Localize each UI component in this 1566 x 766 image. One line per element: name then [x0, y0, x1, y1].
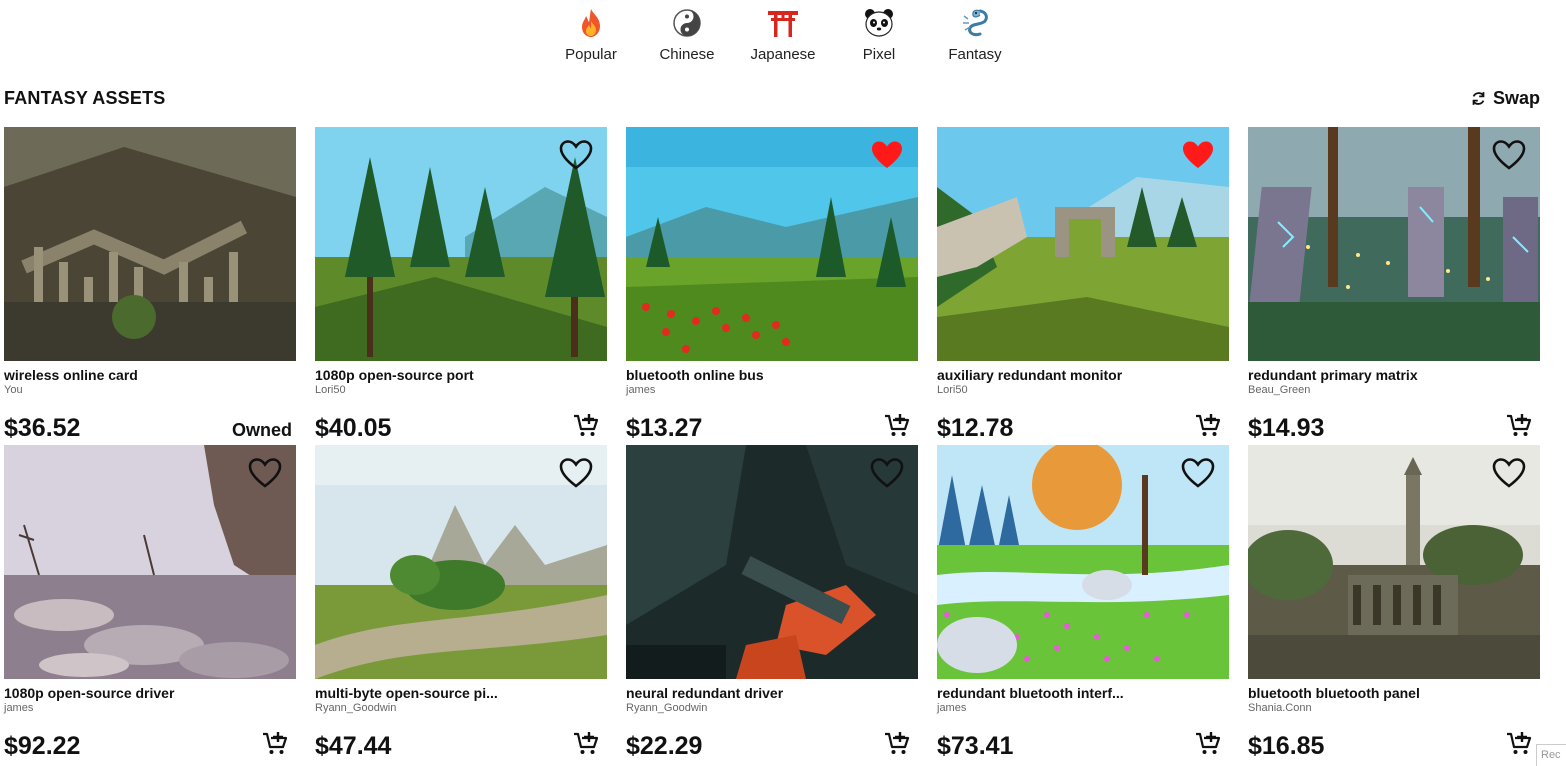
asset-author[interactable]: Beau_Green [1248, 384, 1540, 396]
dragon-icon [958, 6, 992, 40]
asset-price: $16.85 [1248, 732, 1325, 760]
asset-price: $47.44 [315, 732, 392, 760]
asset-author[interactable]: james [4, 702, 296, 714]
asset-name[interactable]: bluetooth online bus [626, 367, 856, 383]
asset-price: $92.22 [4, 732, 81, 760]
asset-price: $40.05 [315, 414, 392, 442]
asset-grid: wireless online card You $36.52 Owned 10… [4, 127, 1544, 763]
asset-price: $73.41 [937, 732, 1014, 760]
add-to-cart-icon[interactable] [573, 731, 599, 757]
asset-thumbnail[interactable] [1248, 445, 1540, 679]
asset-card[interactable]: 1080p open-source driver james $92.22 [4, 445, 296, 763]
asset-price: $14.93 [1248, 414, 1325, 442]
asset-card[interactable]: bluetooth bluetooth panel Shania.Conn $1… [1248, 445, 1540, 763]
category-label: Chinese [659, 46, 715, 63]
asset-name[interactable]: redundant primary matrix [1248, 367, 1478, 383]
add-to-cart-icon[interactable] [884, 731, 910, 757]
heart-outline-icon[interactable] [248, 457, 282, 489]
asset-thumbnail[interactable] [4, 127, 296, 361]
asset-name[interactable]: 1080p open-source driver [4, 685, 234, 701]
category-label: Fantasy [948, 46, 1002, 63]
swap-button[interactable]: Swap [1470, 88, 1540, 109]
heart-outline-icon[interactable] [870, 457, 904, 489]
add-to-cart-icon[interactable] [262, 731, 288, 757]
asset-card[interactable]: neural redundant driver Ryann_Goodwin $2… [626, 445, 918, 763]
section-title: FANTASY ASSETS [4, 88, 166, 108]
asset-thumbnail[interactable] [626, 445, 918, 679]
asset-name[interactable]: neural redundant driver [626, 685, 856, 701]
asset-card[interactable]: multi-byte open-source pi... Ryann_Goodw… [315, 445, 607, 763]
add-to-cart-icon[interactable] [884, 413, 910, 439]
add-to-cart-icon[interactable] [1195, 413, 1221, 439]
add-to-cart-icon[interactable] [1506, 731, 1532, 757]
asset-price: $13.27 [626, 414, 703, 442]
asset-author[interactable]: Lori50 [937, 384, 1229, 396]
asset-author[interactable]: You [4, 384, 296, 396]
heart-filled-icon[interactable] [1181, 139, 1215, 171]
asset-card[interactable]: wireless online card You $36.52 Owned [4, 127, 296, 445]
asset-card[interactable]: auxiliary redundant monitor Lori50 $12.7… [937, 127, 1229, 445]
heart-outline-icon[interactable] [1492, 139, 1526, 171]
asset-author[interactable]: james [937, 702, 1229, 714]
heart-outline-icon[interactable] [1492, 457, 1526, 489]
asset-price: $12.78 [937, 414, 1014, 442]
asset-card[interactable]: redundant bluetooth interf... james $73.… [937, 445, 1229, 763]
asset-name[interactable]: wireless online card [4, 367, 234, 383]
asset-author[interactable]: Ryann_Goodwin [626, 702, 918, 714]
corner-tag: Rec [1536, 744, 1566, 766]
heart-filled-icon[interactable] [870, 139, 904, 171]
category-popular[interactable]: Popular [543, 6, 639, 63]
refresh-icon [1472, 92, 1485, 105]
category-fantasy[interactable]: Fantasy [927, 6, 1023, 63]
asset-thumbnail[interactable] [315, 445, 607, 679]
category-label: Japanese [750, 46, 816, 63]
heart-outline-icon[interactable] [1181, 457, 1215, 489]
asset-card[interactable]: redundant primary matrix Beau_Green $14.… [1248, 127, 1540, 445]
asset-name[interactable]: bluetooth bluetooth panel [1248, 685, 1478, 701]
owned-badge: Owned [231, 420, 292, 440]
asset-thumbnail[interactable] [626, 127, 918, 361]
asset-price: $22.29 [626, 732, 703, 760]
asset-card[interactable]: 1080p open-source port Lori50 $40.05 [315, 127, 607, 445]
category-label: Popular [565, 46, 617, 63]
panda-icon [862, 6, 896, 40]
asset-name[interactable]: 1080p open-source port [315, 367, 545, 383]
asset-author[interactable]: Lori50 [315, 384, 607, 396]
swap-label: Swap [1492, 88, 1540, 108]
asset-name[interactable]: redundant bluetooth interf... [937, 685, 1167, 701]
category-pixel[interactable]: Pixel [831, 6, 927, 63]
asset-author[interactable]: james [626, 384, 918, 396]
asset-author[interactable]: Shania.Conn [1248, 702, 1540, 714]
asset-card[interactable]: bluetooth online bus james $13.27 [626, 127, 918, 445]
asset-price: $36.52 [4, 414, 81, 442]
torii-gate-icon [766, 6, 800, 40]
yin-yang-icon [670, 6, 704, 40]
heart-outline-icon[interactable] [559, 139, 593, 171]
category-label: Pixel [862, 46, 896, 63]
asset-name[interactable]: auxiliary redundant monitor [937, 367, 1167, 383]
asset-thumbnail[interactable] [1248, 127, 1540, 361]
asset-author[interactable]: Ryann_Goodwin [315, 702, 607, 714]
asset-thumbnail[interactable] [937, 445, 1229, 679]
add-to-cart-icon[interactable] [1506, 413, 1532, 439]
asset-name[interactable]: multi-byte open-source pi... [315, 685, 545, 701]
category-japanese[interactable]: Japanese [735, 6, 831, 63]
add-to-cart-icon[interactable] [573, 413, 599, 439]
heart-outline-icon[interactable] [559, 457, 593, 489]
fire-icon [574, 6, 608, 40]
asset-thumbnail[interactable] [937, 127, 1229, 361]
category-bar: Popular Chinese Japanese Pixel Fantasy [0, 6, 1566, 63]
asset-preview-image [4, 127, 296, 361]
category-chinese[interactable]: Chinese [639, 6, 735, 63]
asset-thumbnail[interactable] [315, 127, 607, 361]
add-to-cart-icon[interactable] [1195, 731, 1221, 757]
asset-thumbnail[interactable] [4, 445, 296, 679]
